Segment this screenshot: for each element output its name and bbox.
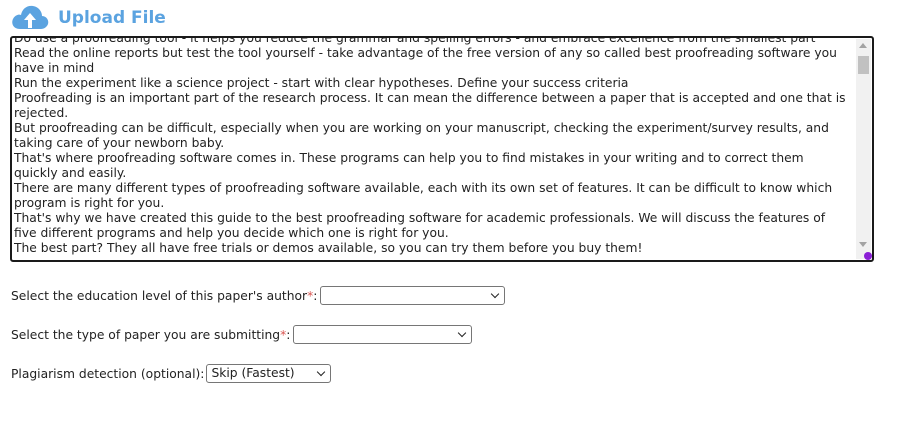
upload-title: Upload File xyxy=(58,8,166,28)
textarea-line: That's why we have created this guide to… xyxy=(14,211,826,240)
textarea-line: That's where proofreading software comes… xyxy=(14,151,804,180)
education-level-label: Select the education level of this paper… xyxy=(11,288,308,303)
textarea-text: Do use a proofreading tool - it helps yo… xyxy=(14,36,850,256)
resize-handle[interactable] xyxy=(864,252,872,260)
label-colon: : xyxy=(313,288,318,303)
scroll-down-arrow-icon[interactable] xyxy=(859,242,867,247)
textarea-line: The best part? They all have free trials… xyxy=(14,241,643,255)
paper-type-select[interactable] xyxy=(293,325,473,344)
scroll-up-arrow-icon[interactable] xyxy=(859,43,867,48)
textarea-line: Proofreading is an important part of the… xyxy=(14,91,846,120)
chevron-down-icon xyxy=(317,367,326,377)
paper-type-label: Select the type of paper you are submitt… xyxy=(11,327,281,342)
label-colon: : xyxy=(286,327,291,342)
scroll-thumb[interactable] xyxy=(858,56,869,74)
chevron-down-icon xyxy=(491,289,500,299)
document-textarea[interactable]: Do use a proofreading tool - it helps yo… xyxy=(10,36,874,262)
upload-page: Upload File Do use a proofreading tool -… xyxy=(0,0,918,422)
plagiarism-row: Plagiarism detection (optional): Skip (F… xyxy=(11,364,332,383)
plagiarism-value: Skip (Fastest) xyxy=(211,366,295,380)
textarea-scrollbar[interactable] xyxy=(856,39,871,259)
education-level-select[interactable] xyxy=(320,286,506,305)
education-level-row: Select the education level of this paper… xyxy=(11,286,506,305)
textarea-line: There are many different types of proofr… xyxy=(14,181,833,210)
textarea-line: But proofreading can be difficult, espec… xyxy=(14,121,829,150)
plagiarism-label: Plagiarism detection (optional): xyxy=(11,366,205,381)
paper-type-row: Select the type of paper you are submitt… xyxy=(11,325,473,344)
cloud-upload-icon xyxy=(10,3,50,33)
chevron-down-icon xyxy=(458,328,467,338)
plagiarism-select[interactable]: Skip (Fastest) xyxy=(206,364,332,383)
upload-header: Upload File xyxy=(10,3,166,33)
textarea-line: Do use a proofreading tool - it helps yo… xyxy=(14,36,816,45)
textarea-line: Read the online reports but test the too… xyxy=(14,46,837,75)
textarea-line: Run the experiment like a science projec… xyxy=(14,76,629,90)
